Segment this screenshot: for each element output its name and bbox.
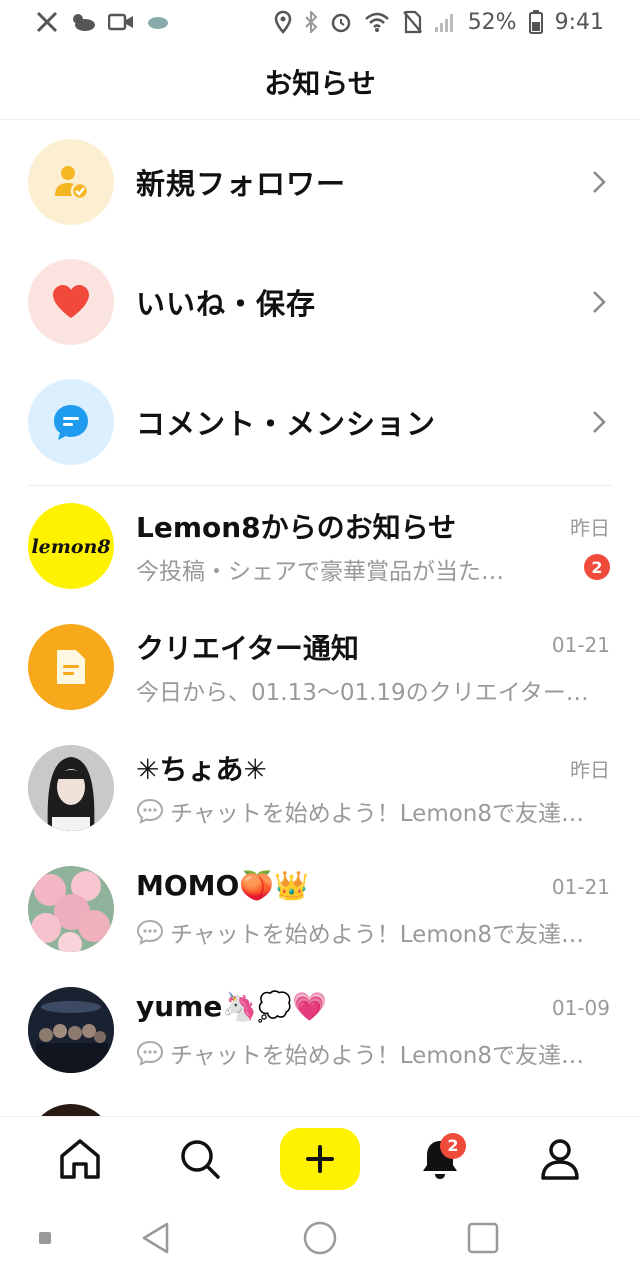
message-sender-name: ✳︎ちょあ✳︎ — [136, 753, 267, 786]
profile-button[interactable] — [520, 1127, 600, 1191]
message-time: 01-21 — [551, 633, 610, 657]
notification-count-badge: 2 — [440, 1132, 466, 1159]
recents-dot-button[interactable] — [38, 1220, 52, 1256]
battery-icon — [528, 10, 543, 34]
message-sender-name: Lemon8からのお知らせ — [136, 511, 457, 544]
bottom-navigation: 2 — [0, 1116, 640, 1200]
clock-time: 9:41 — [554, 9, 604, 35]
preview-text: 今日から、01.13～01.19のクリエイター… — [136, 680, 589, 706]
chevron-right-icon — [590, 168, 608, 196]
new-followers-avatar — [28, 139, 114, 225]
x-app-icon — [36, 10, 58, 34]
message-sender-name: MOMO🍑👑 — [136, 869, 310, 902]
signal-icon — [434, 10, 456, 34]
category-likes-saves[interactable]: いいね・保存 — [0, 242, 640, 362]
category-label: コメント・メンション — [136, 407, 437, 441]
message-row-lemon8[interactable]: lemon8 Lemon8からのお知らせ 昨日 今投稿・シェアで豪華賞品が当た…… — [0, 486, 640, 607]
preview-text: チャットを始めよう！Lemon8で友達… — [170, 801, 585, 827]
preview-text: チャットを始めよう！Lemon8で友達… — [170, 922, 585, 948]
message-sender-name: クリエイター通知 — [136, 632, 359, 665]
lemon8-logo-avatar: lemon8 — [28, 503, 114, 589]
heart-icon — [53, 285, 89, 318]
overview-square-icon — [467, 1222, 499, 1254]
alarm-icon — [330, 10, 352, 34]
back-triangle-icon — [142, 1222, 169, 1254]
message-time: 01-09 — [551, 996, 610, 1020]
status-left — [36, 10, 170, 34]
search-icon — [181, 1139, 220, 1179]
preview-text: チャットを始めよう！Lemon8で友達… — [170, 1043, 585, 1069]
no-sim-icon — [402, 10, 422, 34]
chevron-right-icon — [590, 288, 608, 316]
home-system-button[interactable] — [302, 1220, 338, 1256]
message-row-user[interactable]: ✳︎ちょあ✳︎ 昨日 チャットを始めよう！Lemon8で友達… — [0, 728, 640, 849]
message-preview: チャットを始めよう！Lemon8で友達… — [136, 1036, 612, 1070]
comment-icon — [54, 405, 88, 440]
message-time: 昨日 — [570, 516, 610, 540]
wifi-icon — [364, 10, 390, 34]
search-button[interactable] — [160, 1127, 240, 1191]
status-bar: 52% 9:41 — [0, 0, 640, 44]
category-comments-mentions[interactable]: コメント・メンション — [0, 362, 640, 482]
message-row-creator[interactable]: クリエイター通知 01-21 今日から、01.13～01.19のクリエイター… — [0, 607, 640, 728]
user-photo — [28, 745, 114, 831]
message-time: 01-21 — [551, 875, 610, 899]
page-title: お知らせ — [264, 66, 376, 100]
chevron-right-icon — [590, 408, 608, 436]
likes-saves-avatar — [28, 259, 114, 345]
square-dot-icon — [39, 1232, 51, 1244]
plus-button-bg — [280, 1127, 360, 1190]
back-button[interactable] — [140, 1220, 170, 1256]
message-preview: チャットを始めよう！Lemon8で友達… — [136, 794, 612, 828]
video-call-icon — [108, 10, 134, 34]
notifications-button[interactable]: 2 — [400, 1127, 480, 1191]
cloud-icon — [146, 10, 170, 34]
message-row-user[interactable]: yume🦄💭💗 01-09 チャットを始めよう！Lemon8で友達… — [0, 970, 640, 1091]
home-circle-icon — [303, 1221, 337, 1255]
category-label: いいね・保存 — [136, 287, 317, 321]
chat-bubble-icon — [136, 919, 164, 945]
comments-mentions-avatar — [28, 379, 114, 465]
avatar — [28, 987, 114, 1073]
message-sender-name: yume🦄💭💗 — [136, 990, 327, 1023]
unread-badge: 2 — [584, 554, 610, 580]
home-icon — [60, 1138, 100, 1179]
plus-icon — [306, 1144, 334, 1173]
battery-percent: 52% — [467, 9, 517, 35]
header: お知らせ — [0, 44, 640, 120]
profile-icon — [541, 1138, 579, 1180]
bluetooth-icon — [304, 10, 318, 34]
chat-bubble-icon — [136, 1040, 164, 1066]
person-check-icon — [55, 166, 90, 201]
avatar — [28, 866, 114, 952]
weather-icon — [70, 10, 96, 34]
home-button[interactable] — [40, 1127, 120, 1191]
avatar — [28, 745, 114, 831]
creator-notice-avatar — [28, 624, 114, 710]
location-icon — [274, 10, 292, 34]
category-new-followers[interactable]: 新規フォロワー — [0, 122, 640, 242]
status-right: 52% 9:41 — [274, 10, 604, 35]
message-preview: 今日から、01.13～01.19のクリエイター… — [136, 673, 612, 707]
user-photo — [28, 866, 114, 952]
svg-text:lemon8: lemon8 — [31, 536, 110, 558]
category-label: 新規フォロワー — [136, 167, 347, 201]
chat-bubble-icon — [136, 798, 164, 824]
lemon8-logo-icon: lemon8 — [31, 536, 110, 558]
message-preview: チャットを始めよう！Lemon8で友達… — [136, 915, 612, 949]
system-navigation-bar — [0, 1200, 640, 1280]
create-post-button[interactable] — [280, 1127, 360, 1191]
overview-button[interactable] — [466, 1220, 500, 1256]
message-preview: 今投稿・シェアで豪華賞品が当た… — [136, 552, 576, 586]
document-icon — [57, 650, 85, 684]
message-row-user[interactable]: MOMO🍑👑 01-21 チャットを始めよう！Lemon8で友達… — [0, 849, 640, 970]
preview-text: 今投稿・シェアで豪華賞品が当た… — [136, 559, 504, 585]
message-time: 昨日 — [570, 758, 610, 782]
user-photo — [28, 987, 114, 1073]
